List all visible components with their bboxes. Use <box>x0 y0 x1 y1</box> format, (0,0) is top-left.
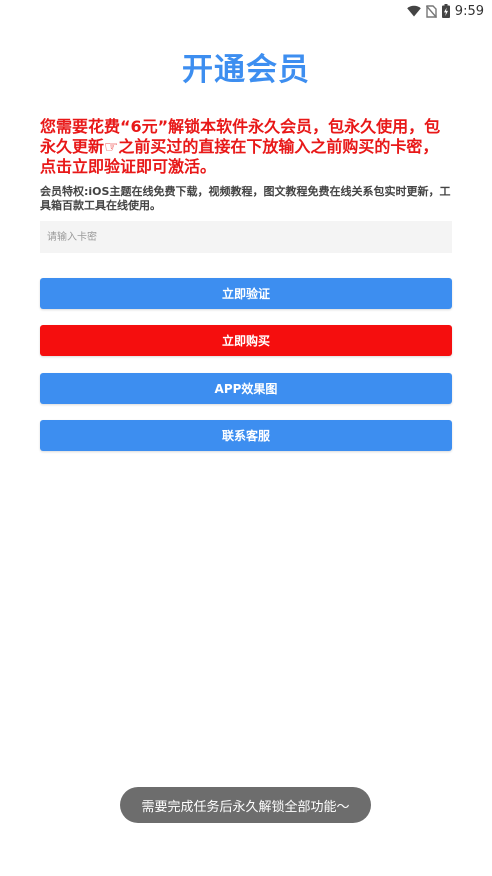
purchase-notice: 您需要花费“6元”解锁本软件永久会员，包永久使用，包永久更新☞之前买过的直接在下… <box>40 117 441 176</box>
page-title: 开通会员 <box>182 52 310 88</box>
verify-button[interactable]: 立即验证 <box>40 278 452 309</box>
verify-button-label: 立即验证 <box>221 287 270 301</box>
toast-message: 需要完成任务后永久解锁全部功能～ <box>120 787 371 823</box>
contact-support-button-label: 联系客服 <box>221 429 270 443</box>
app-preview-button-label: APP效果图 <box>214 382 278 396</box>
status-time: 9:59 <box>454 3 484 19</box>
card-key-input[interactable] <box>40 221 452 253</box>
status-icons: 9:59 <box>406 2 484 20</box>
toast-text: 需要完成任务后永久解锁全部功能～ <box>141 799 350 815</box>
status-bar: 9:59 <box>0 0 492 22</box>
no-sim-icon <box>425 4 437 18</box>
app-preview-button[interactable]: APP效果图 <box>40 373 452 404</box>
contact-support-button[interactable]: 联系客服 <box>40 420 452 451</box>
wifi-icon <box>406 5 421 17</box>
buy-button-label: 立即购买 <box>221 334 270 348</box>
buy-button[interactable]: 立即购买 <box>40 325 452 356</box>
battery-charging-icon <box>441 4 450 18</box>
member-benefits-text: 会员特权:iOS主题在线免费下载，视频教程，图文教程免费在线关系包实时更新，工具… <box>40 185 451 212</box>
